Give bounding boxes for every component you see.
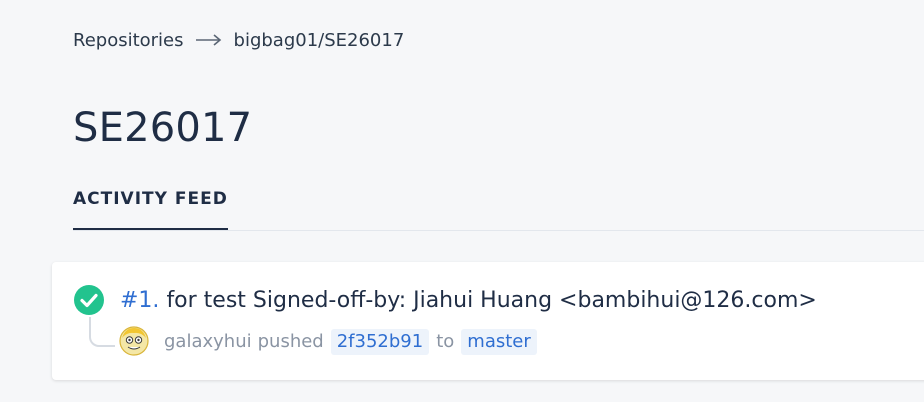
- breadcrumb: Repositories bigbag01/SE26017: [73, 28, 404, 52]
- feed-item-card: #1. for test Signed-off-by: Jiahui Huang…: [52, 262, 924, 380]
- push-to-word: to: [436, 331, 455, 352]
- breadcrumb-current: bigbag01/SE26017: [233, 29, 405, 51]
- push-user-link[interactable]: galaxyhui: [164, 329, 252, 355]
- commit-hash-chip[interactable]: 2f352b91: [330, 329, 430, 355]
- page-title: SE26017: [73, 105, 253, 151]
- branch-chip[interactable]: master: [461, 329, 537, 355]
- check-circle-icon: [74, 285, 104, 315]
- commit-message-line: #1. for test Signed-off-by: Jiahui Huang…: [120, 286, 817, 316]
- page: Repositories bigbag01/SE26017 SE26017 AC…: [0, 0, 924, 402]
- tab-bar: ACTIVITY FEED: [73, 184, 924, 231]
- push-verb: pushed: [257, 331, 324, 352]
- commit-number-link[interactable]: #1.: [120, 288, 159, 313]
- arrow-right-icon: [195, 34, 222, 46]
- tab-activity-feed[interactable]: ACTIVITY FEED: [73, 184, 228, 230]
- push-detail-line: galaxyhui pushed 2f352b91 to master: [164, 329, 537, 355]
- breadcrumb-repositories-link[interactable]: Repositories: [73, 30, 184, 51]
- avatar[interactable]: [119, 326, 149, 356]
- commit-message: for test Signed-off-by: Jiahui Huang <ba…: [166, 288, 817, 313]
- feed-connector-line: [89, 317, 115, 347]
